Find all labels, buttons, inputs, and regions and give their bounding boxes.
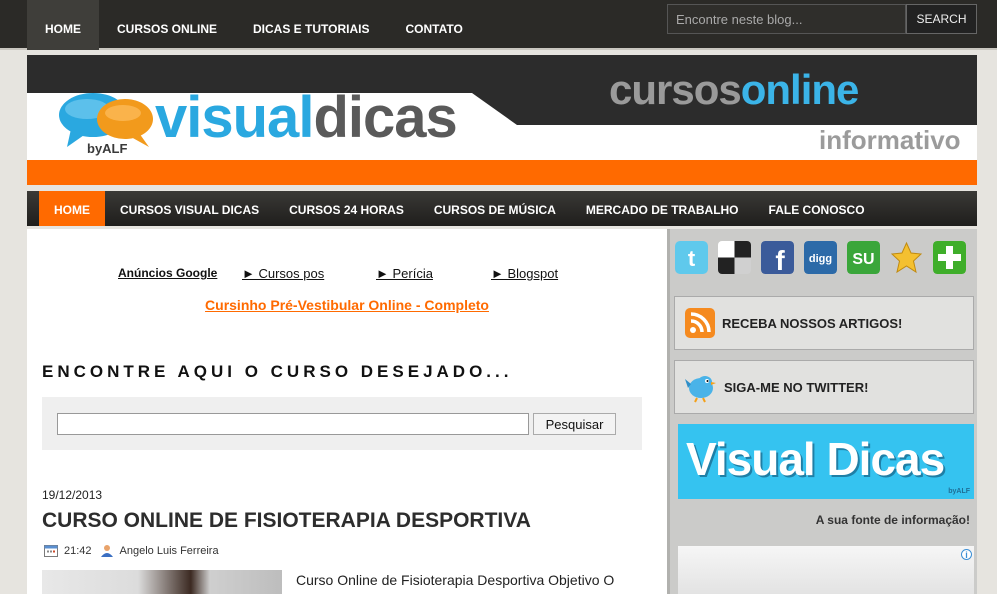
topnav-cursos-online[interactable]: CURSOS ONLINE bbox=[99, 0, 235, 48]
post-title[interactable]: CURSO ONLINE DE FISIOTERAPIA DESPORTIVA bbox=[42, 509, 531, 533]
svg-text:t: t bbox=[688, 246, 696, 271]
mainnav-cursos-musica[interactable]: CURSOS DE MÚSICA bbox=[419, 191, 571, 226]
visual-dicas-logo-text: Visual Dicas bbox=[686, 433, 945, 485]
post-excerpt: Curso Online de Fisioterapia Desportiva … bbox=[296, 572, 615, 588]
twitter-icon[interactable]: t bbox=[675, 241, 708, 274]
ad-link-pericia[interactable]: ► Perícia bbox=[376, 266, 491, 281]
top-bar: HOME CURSOS ONLINE DICAS E TUTORIAIS CON… bbox=[0, 0, 997, 50]
course-search-button[interactable]: Pesquisar bbox=[533, 413, 616, 435]
svg-text:f: f bbox=[775, 245, 785, 274]
promo-link-container: Cursinho Pré-Vestibular Online - Complet… bbox=[27, 297, 667, 313]
banner-orange-stripe bbox=[27, 160, 977, 185]
topnav-dicas-tutoriais[interactable]: DICAS E TUTORIAIS bbox=[235, 0, 387, 48]
visual-dicas-logo-byline: byALF bbox=[948, 488, 970, 495]
main-content: Anúncios Google ► Cursos pos ► Perícia ►… bbox=[27, 229, 667, 594]
rss-icon bbox=[685, 308, 715, 338]
blog-search-button[interactable]: SEARCH bbox=[906, 4, 977, 34]
post-time: 21:42 bbox=[64, 544, 92, 557]
twitter-follow-label: SIGA-ME NO TWITTER! bbox=[724, 379, 869, 395]
facebook-icon[interactable]: f bbox=[761, 241, 794, 274]
ads-title[interactable]: Anúncios Google bbox=[118, 266, 242, 281]
mainnav-home[interactable]: HOME bbox=[39, 191, 105, 226]
logo-byline: byALF bbox=[87, 141, 128, 156]
mainnav-mercado-trabalho[interactable]: MERCADO DE TRABALHO bbox=[571, 191, 754, 226]
cursos-online-logo: cursosonline bbox=[609, 66, 860, 113]
calendar-icon bbox=[44, 545, 58, 557]
top-nav: HOME CURSOS ONLINE DICAS E TUTORIAIS CON… bbox=[27, 0, 481, 50]
post-author[interactable]: Angelo Luis Ferreira bbox=[120, 545, 219, 557]
rss-label: RECEBA NOSSOS ARTIGOS! bbox=[722, 315, 903, 331]
logo-dicas-text: dicas bbox=[313, 85, 457, 150]
course-search-input[interactable] bbox=[57, 413, 529, 435]
course-search-panel: Pesquisar bbox=[42, 397, 642, 450]
logo-wordmark: visualdicas bbox=[155, 89, 458, 147]
post-date: 19/12/2013 bbox=[42, 488, 103, 502]
sidebar: t f digg SU RECEBA NOSSOS ARTIGOS! SIGA-… bbox=[667, 229, 977, 594]
sidebar-ad-image[interactable]: i bbox=[678, 546, 974, 594]
ad-link-blogspot[interactable]: ► Blogspot bbox=[491, 266, 558, 281]
rss-subscribe-box[interactable]: RECEBA NOSSOS ARTIGOS! bbox=[674, 296, 974, 350]
social-bookmarks: t f digg SU bbox=[675, 241, 976, 274]
stumbleupon-icon[interactable]: SU bbox=[847, 241, 880, 274]
mainnav-cursos-24-horas[interactable]: CURSOS 24 HORAS bbox=[274, 191, 419, 226]
blog-search: SEARCH bbox=[667, 4, 977, 34]
google-ads-bar: Anúncios Google ► Cursos pos ► Perícia ►… bbox=[118, 266, 558, 281]
post-meta: 21:42 Angelo Luis Ferreira bbox=[44, 544, 219, 557]
digg-icon[interactable]: digg bbox=[804, 241, 837, 274]
svg-text:SU: SU bbox=[852, 251, 874, 268]
twitter-follow-box[interactable]: SIGA-ME NO TWITTER! bbox=[674, 360, 974, 414]
informativo-text: informativo bbox=[819, 125, 961, 155]
add-plus-icon[interactable] bbox=[933, 241, 966, 274]
sidebar-tagline: A sua fonte de informação! bbox=[815, 513, 970, 527]
ad-info-icon[interactable]: i bbox=[961, 549, 972, 560]
svg-text:digg: digg bbox=[809, 253, 832, 265]
visual-dicas-logo[interactable]: Visual Dicas byALF bbox=[678, 424, 974, 499]
favorite-star-icon[interactable] bbox=[890, 241, 923, 274]
header-banner[interactable]: visualdicas byALF cursosonline informati… bbox=[27, 55, 977, 185]
promo-link[interactable]: Cursinho Pré-Vestibular Online - Complet… bbox=[205, 297, 489, 313]
ad-link-cursos-pos[interactable]: ► Cursos pos bbox=[242, 266, 376, 281]
twitter-bird-icon bbox=[685, 376, 716, 403]
online-text: online bbox=[740, 66, 860, 113]
mainnav-fale-conosco[interactable]: FALE CONOSCO bbox=[754, 191, 880, 226]
topnav-home[interactable]: HOME bbox=[27, 0, 99, 50]
blog-search-input[interactable] bbox=[667, 4, 906, 34]
speech-bubbles-icon bbox=[59, 93, 153, 147]
topnav-contato[interactable]: CONTATO bbox=[387, 0, 480, 48]
delicious-icon[interactable] bbox=[718, 241, 751, 274]
main-nav: HOME CURSOS VISUAL DICAS CURSOS 24 HORAS… bbox=[27, 191, 977, 226]
logo-visual-text: visual bbox=[155, 85, 314, 150]
author-icon bbox=[100, 545, 113, 557]
mainnav-cursos-visual-dicas[interactable]: CURSOS VISUAL DICAS bbox=[105, 191, 274, 226]
cursos-text: cursos bbox=[609, 66, 742, 113]
course-search-title: ENCONTRE AQUI O CURSO DESEJADO... bbox=[42, 362, 513, 381]
banner-slant bbox=[472, 93, 517, 125]
post-thumbnail[interactable] bbox=[42, 570, 282, 594]
